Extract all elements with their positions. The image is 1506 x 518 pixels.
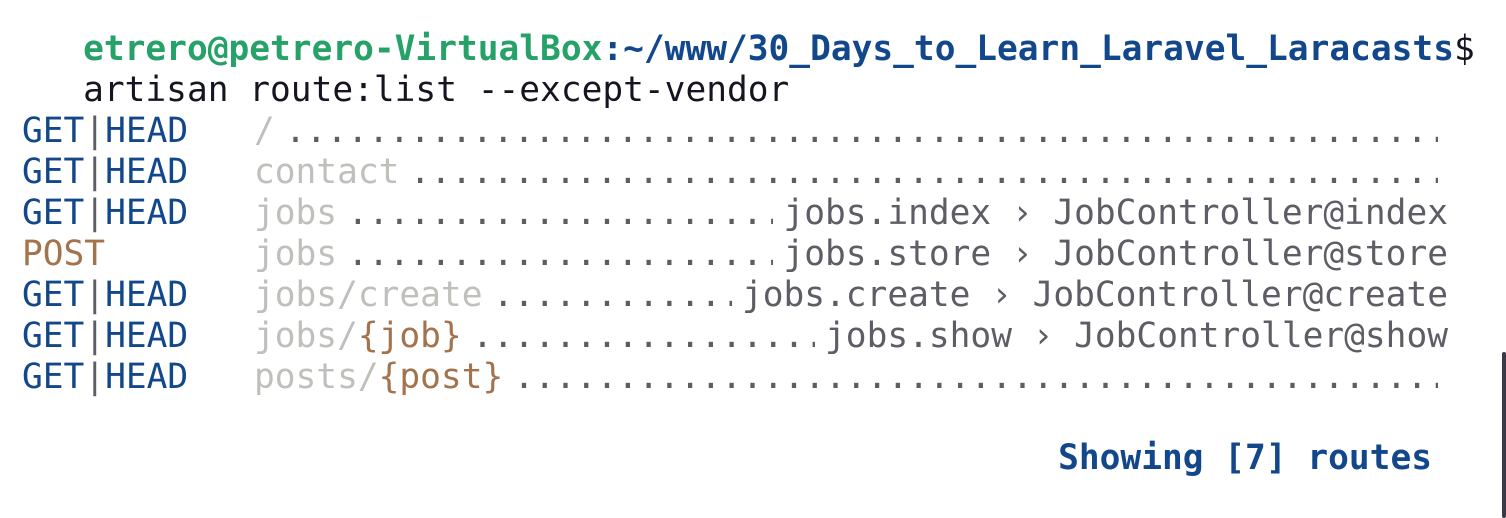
route-param: {job}	[357, 316, 462, 356]
route-detail: jobs....................................…	[254, 193, 1448, 234]
route-detail: /.......................................…	[254, 111, 1448, 152]
route-dots: ........................................…	[409, 152, 1438, 192]
route-arrow-icon: ›	[991, 275, 1012, 315]
route-dots: ........................................…	[472, 316, 815, 356]
command-text-rest: artisan route:list --except-vendor	[83, 70, 790, 110]
route-row: POST jobs................................…	[0, 234, 1490, 275]
route-name: jobs.create	[741, 275, 971, 315]
route-method: GET|HEAD	[22, 275, 189, 315]
route-method: GET|HEAD	[22, 152, 189, 192]
route-detail: jobs/{job}..............................…	[254, 316, 1448, 357]
prompt-symbol: $	[1453, 29, 1475, 69]
route-detail: jobs/create.............................…	[254, 275, 1448, 316]
route-uri: posts/	[254, 357, 379, 397]
route-name: jobs.store	[783, 234, 992, 274]
route-action: JobController@show	[1074, 316, 1448, 356]
route-row: GET|HEAD jobs............................…	[0, 193, 1490, 234]
route-dots: ........................................…	[347, 234, 773, 274]
route-method: GET|HEAD	[22, 316, 189, 356]
route-row: GET|HEAD contact.........................…	[0, 152, 1490, 193]
routes-count-summary: Showing [7] routes	[1058, 438, 1432, 478]
route-uri: /	[254, 111, 275, 151]
route-name: jobs.index	[783, 193, 992, 233]
prompt-line: etrero@petrero-VirtualBox:~/www/30_Days_…	[0, 0, 1490, 69]
route-uri: jobs	[254, 234, 338, 274]
route-uri: jobs	[254, 193, 338, 233]
route-action: JobController@index	[1053, 193, 1448, 233]
route-method: GET|HEAD	[22, 357, 189, 397]
route-row: GET|HEAD posts/{post}....................…	[0, 357, 1490, 398]
route-method: GET|HEAD	[22, 111, 189, 151]
route-dots: ........................................…	[347, 193, 773, 233]
route-dots: ........................................…	[492, 275, 732, 315]
scrollbar-thumb[interactable]	[1502, 352, 1506, 518]
route-arrow-icon: ›	[1011, 193, 1033, 233]
route-uri: jobs/create	[254, 275, 483, 315]
route-action: JobController@create	[1032, 275, 1448, 315]
route-arrow-icon: ›	[1011, 234, 1033, 274]
route-dots: ........................................…	[285, 111, 1438, 151]
route-row: GET|HEAD jobs/{job}......................…	[0, 316, 1490, 357]
command-line-continued: artisan route:list --except-vendor	[0, 29, 789, 110]
terminal-window[interactable]: etrero@petrero-VirtualBox:~/www/30_Days_…	[0, 0, 1490, 518]
route-dots: ........................................…	[513, 357, 1438, 397]
route-action: JobController@store	[1053, 234, 1448, 274]
route-row: GET|HEAD jobs/create.....................…	[0, 275, 1490, 316]
route-uri: contact	[254, 152, 400, 192]
route-name: jobs.show	[825, 316, 1012, 356]
route-method: GET|HEAD	[22, 193, 189, 233]
route-detail: jobs....................................…	[254, 234, 1448, 275]
route-detail: posts/{post}............................…	[254, 357, 1448, 398]
route-arrow-icon: ›	[1032, 316, 1054, 356]
route-detail: contact.................................…	[254, 152, 1448, 193]
route-uri: jobs/	[254, 316, 358, 356]
route-method: POST	[22, 234, 106, 274]
route-param: {post}	[378, 357, 504, 397]
route-row: GET|HEAD /...............................…	[0, 111, 1490, 152]
